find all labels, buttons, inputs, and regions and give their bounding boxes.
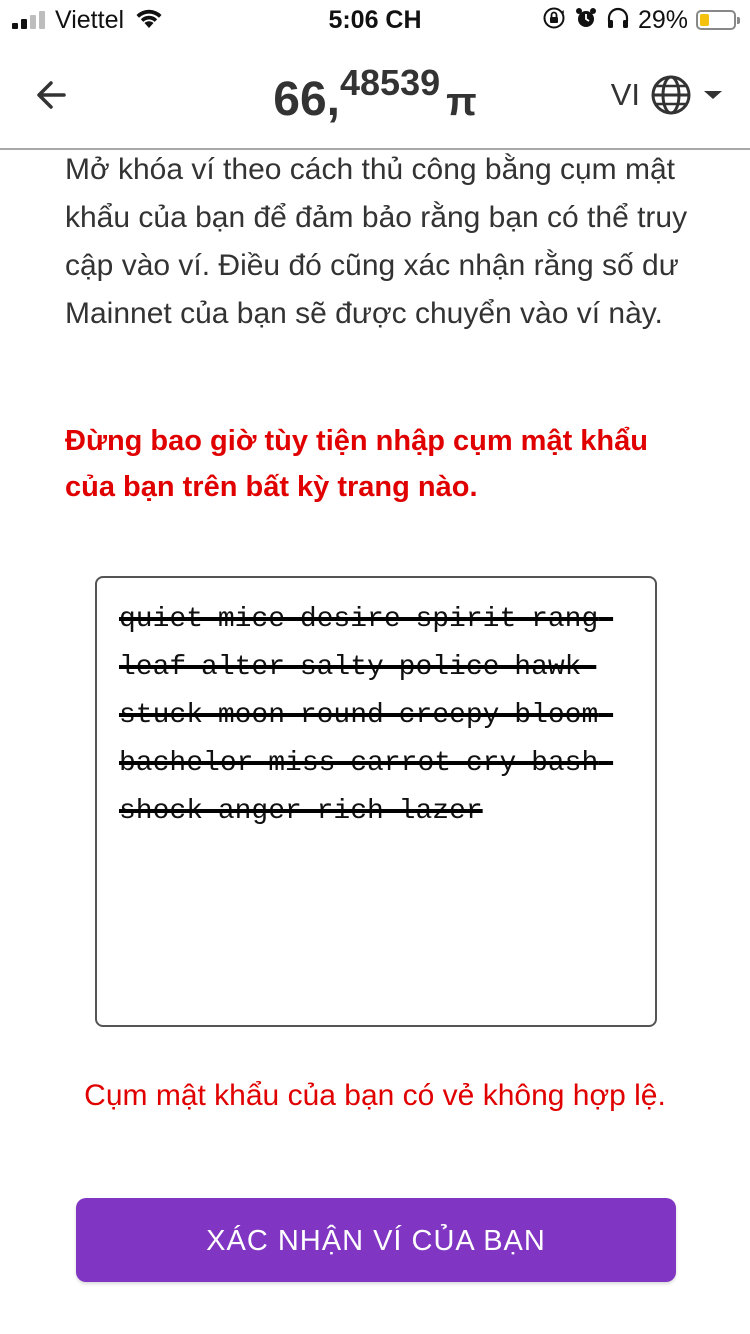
orientation-lock-icon [542,6,566,35]
unlock-instructions: Mở khóa ví theo cách thủ công bằng cụm m… [65,153,688,330]
passphrase-error-message: Cụm mật khẩu của bạn có vẻ không hợp lệ. [84,1079,666,1112]
dropdown-caret-icon [704,91,722,99]
status-right: 29% [542,5,740,35]
pi-currency-symbol: π [446,80,477,124]
balance-decimal: 48539 [340,62,441,103]
language-code: VI [610,77,640,112]
battery-icon [696,10,740,30]
headphones-icon [606,6,630,35]
balance-integer: 66, [273,73,340,126]
alarm-icon [574,6,598,35]
globe-icon [651,75,691,115]
language-selector[interactable]: VI [611,74,724,116]
status-bar: Viettel 5:06 CH 29% [0,0,750,40]
app-header: 66,48539 π VI [0,40,750,150]
passphrase-input[interactable]: quiet mice desire spirit rang leaf alter… [95,576,657,1027]
battery-level-fill [700,14,709,26]
battery-percent: 29% [637,5,688,34]
security-warning: Đừng bao giờ tùy tiện nhập cụm mật khẩu … [65,425,648,503]
confirm-wallet-button[interactable]: XÁC NHẬN VÍ CỦA BẠN [76,1198,676,1282]
